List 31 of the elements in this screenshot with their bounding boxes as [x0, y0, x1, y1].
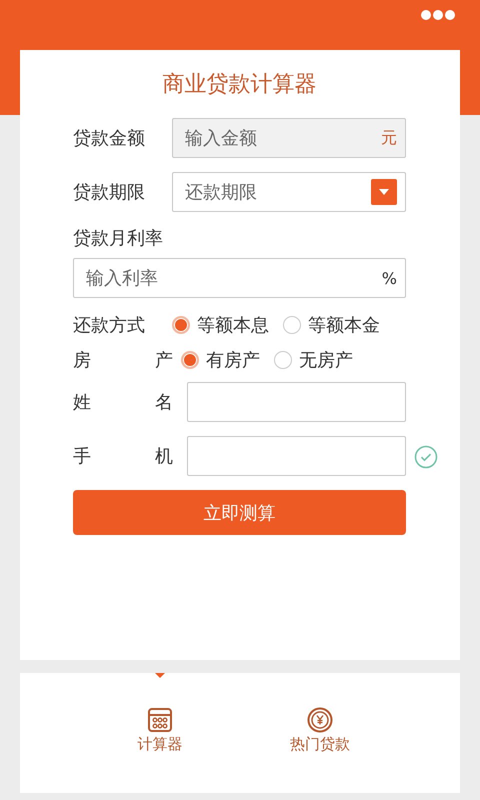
- field-label: 贷款月利率: [73, 227, 164, 250]
- radio-option[interactable]: 有房产: [181, 348, 260, 372]
- radio-option[interactable]: 等额本息: [172, 312, 269, 336]
- field-label: 贷款期限: [73, 181, 146, 204]
- radio-button[interactable]: [181, 350, 199, 368]
- input-field[interactable]: 输入利率 %: [73, 258, 406, 298]
- radio-button[interactable]: [274, 350, 292, 368]
- radio-button[interactable]: [172, 316, 190, 334]
- field-label: 姓: [73, 391, 91, 414]
- radio-option[interactable]: 等额本金: [283, 312, 380, 336]
- tab-label[interactable]: 计算器: [138, 735, 182, 754]
- tab-label[interactable]: 热门贷款: [290, 735, 350, 754]
- unit-label: 元: [381, 128, 397, 148]
- more-icon[interactable]: [420, 9, 456, 21]
- field-label: 贷款金额: [73, 127, 146, 150]
- field-label: 机: [155, 445, 173, 468]
- radio-option[interactable]: 无房产: [274, 348, 353, 372]
- calculator-icon: [148, 708, 172, 732]
- dropdown-caret-icon[interactable]: [379, 189, 389, 195]
- input-field[interactable]: [187, 436, 406, 476]
- period-dropdown[interactable]: 还款期限: [172, 172, 406, 212]
- field-label: 名: [155, 391, 173, 414]
- radio-button[interactable]: [283, 316, 301, 334]
- unit-label: %: [382, 268, 397, 288]
- field-label: 手: [73, 445, 91, 468]
- input-field[interactable]: [187, 382, 406, 422]
- page-title: 商业贷款计算器: [162, 71, 318, 99]
- field-label: 产: [155, 348, 173, 372]
- yen-coin-icon: [308, 708, 332, 732]
- field-label: 还款方式: [73, 314, 146, 336]
- field-label: 房: [73, 348, 91, 372]
